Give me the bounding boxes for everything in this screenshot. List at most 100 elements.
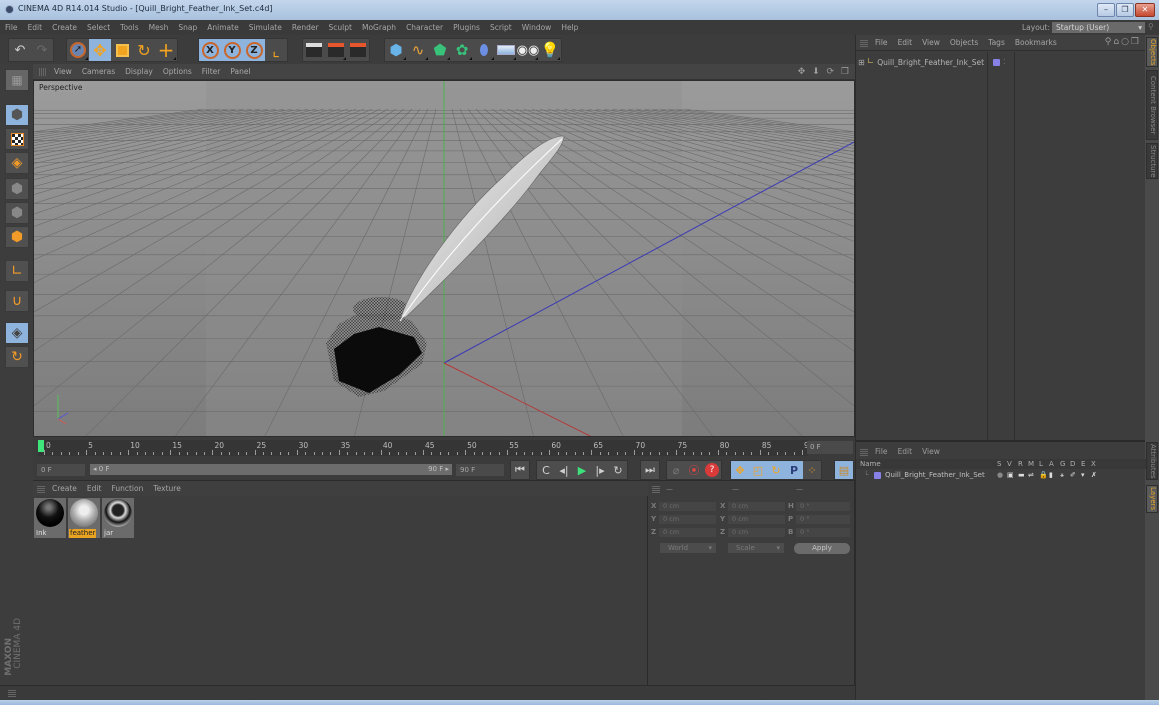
home-icon[interactable]: ⌂	[1113, 37, 1121, 47]
panel-grip[interactable]	[39, 68, 47, 76]
add-tool-button[interactable]: +	[155, 38, 177, 62]
current-frame-field[interactable]: 0 F	[807, 441, 853, 454]
tab-content-browser[interactable]: Content Browser	[1146, 70, 1158, 140]
menu-character[interactable]: Character	[401, 20, 448, 35]
render-view-button[interactable]	[303, 39, 325, 61]
materials-menu-create[interactable]: Create	[47, 481, 82, 496]
make-editable-button[interactable]: ▦	[5, 69, 29, 91]
materials-menu-edit[interactable]: Edit	[82, 481, 107, 496]
coordinate-system-button[interactable]: ⌞	[265, 39, 287, 61]
column-locked[interactable]: L	[1039, 459, 1043, 469]
menu-render[interactable]: Render	[287, 20, 324, 35]
view-toggle-icon[interactable]: ▣	[1007, 470, 1014, 480]
rotation-p-field[interactable]: 0 °	[796, 515, 850, 524]
material-ink[interactable]: Ink	[34, 498, 66, 538]
size-z-field[interactable]: 0 cm	[728, 528, 785, 537]
snap-button[interactable]: ∪	[5, 290, 29, 312]
column-view[interactable]: V	[1007, 459, 1012, 469]
apply-button[interactable]: Apply	[794, 543, 850, 554]
position-x-field[interactable]: 0 cm	[659, 502, 716, 511]
deformer-button[interactable]: ⬮	[473, 39, 495, 61]
camera-button[interactable]: ◉◉	[517, 39, 539, 61]
materials-menu-texture[interactable]: Texture	[148, 481, 185, 496]
object-name[interactable]: Quill_Bright_Feather_Ink_Set	[877, 58, 984, 67]
objects-menu-view[interactable]: View	[917, 35, 945, 51]
goto-next-key-button[interactable]: ↻	[609, 461, 627, 479]
layer-row[interactable]: └ Quill_Bright_Feather_Ink_Set ● ▣ ▬ ⇌ 🔒…	[856, 470, 1146, 480]
end-frame-field[interactable]: 90 F	[456, 464, 504, 476]
menu-edit[interactable]: Edit	[23, 20, 48, 35]
lock-toggle-icon[interactable]: 🔒	[1039, 470, 1048, 480]
model-mode-button[interactable]: ⬢	[5, 104, 29, 126]
menu-simulate[interactable]: Simulate	[244, 20, 287, 35]
search-icon[interactable]: ⚲	[1148, 22, 1158, 33]
tab-structure[interactable]: Structure	[1146, 143, 1158, 179]
point-level-key-button[interactable]: ⁘	[803, 461, 821, 479]
layers-menu-file[interactable]: File	[870, 444, 893, 459]
menu-window[interactable]: Window	[517, 20, 557, 35]
timeline[interactable]: 051015202530354045505560657075808590 0 F	[33, 437, 855, 459]
expand-icon[interactable]: ⊞	[858, 58, 865, 67]
viewport-menu-display[interactable]: Display	[120, 64, 158, 80]
visibility-dots[interactable]: ⁚	[1003, 58, 1005, 66]
menu-plugins[interactable]: Plugins	[448, 20, 485, 35]
panel-grip[interactable]	[652, 485, 660, 493]
nurbs-button[interactable]: ⬟	[429, 39, 451, 61]
menu-help[interactable]: Help	[556, 20, 583, 35]
layer-color-swatch[interactable]	[993, 58, 1001, 66]
tab-objects[interactable]: Objects	[1146, 37, 1158, 67]
array-button[interactable]: ✿	[451, 39, 473, 61]
cube-button[interactable]: ⬢	[385, 39, 407, 61]
position-z-field[interactable]: 0 cm	[659, 528, 716, 537]
keyframe-selection-button[interactable]: ?	[703, 461, 721, 479]
position-y-field[interactable]: 0 cm	[659, 515, 716, 524]
menu-select[interactable]: Select	[82, 20, 115, 35]
deformer-toggle-icon[interactable]: ✐	[1070, 470, 1076, 480]
playhead[interactable]	[38, 440, 44, 452]
column-solo[interactable]: S	[997, 459, 1001, 469]
objects-menu-bookmarks[interactable]: Bookmarks	[1010, 35, 1062, 51]
timeline-ruler[interactable]: 051015202530354045505560657075808590	[38, 440, 814, 456]
layers-menu-view[interactable]: View	[917, 444, 945, 459]
menu-file[interactable]: File	[0, 20, 23, 35]
axis-mode-button[interactable]: ∟	[5, 260, 29, 282]
menu-snap[interactable]: Snap	[173, 20, 202, 35]
x-axis-button[interactable]: X	[199, 39, 221, 61]
menu-tools[interactable]: Tools	[115, 20, 143, 35]
workplane-lock-button[interactable]: ◈	[5, 322, 29, 344]
next-frame-button[interactable]: |▸	[591, 461, 609, 479]
render-toggle-icon[interactable]: ▬	[1018, 470, 1025, 480]
layer-color-swatch[interactable]	[874, 472, 881, 479]
goto-previous-key-button[interactable]: C	[537, 461, 555, 479]
floor-button[interactable]	[495, 39, 517, 61]
texture-mode-button[interactable]	[5, 128, 29, 150]
size-x-field[interactable]: 0 cm	[728, 502, 785, 511]
goto-end-button[interactable]: ⏭	[641, 461, 659, 479]
close-button[interactable]: ✕	[1135, 3, 1155, 17]
menu-mesh[interactable]: Mesh	[144, 20, 174, 35]
menu-script[interactable]: Script	[485, 20, 517, 35]
undo-button[interactable]: ↶	[9, 39, 31, 61]
viewport-menu-cameras[interactable]: Cameras	[77, 64, 120, 80]
menu-animate[interactable]: Animate	[202, 20, 243, 35]
minimize-button[interactable]: –	[1097, 3, 1115, 17]
object-row[interactable]: ⊞ ∟ Quill_Bright_Feather_Ink_Set ⁚	[858, 56, 1005, 68]
spline-button[interactable]: ∿	[407, 39, 429, 61]
restore-button[interactable]: ❐	[1116, 3, 1134, 17]
viewport-navigation-icons[interactable]: ✥ ⬇ ⟳ ❐	[798, 67, 851, 77]
column-deformers[interactable]: D	[1070, 459, 1075, 469]
panel-grip[interactable]	[860, 448, 868, 456]
column-manager[interactable]: M	[1028, 459, 1034, 469]
solo-toggle-icon[interactable]: ●	[997, 470, 1003, 480]
viewport-menu-view[interactable]: View	[49, 64, 77, 80]
start-frame-field[interactable]: 0 F	[37, 464, 85, 476]
range-end-handle[interactable]: 90 F ▸	[428, 464, 449, 475]
record-active-objects-button[interactable]: ⌀	[667, 461, 685, 479]
viewport-menu-filter[interactable]: Filter	[197, 64, 226, 80]
z-axis-button[interactable]: Z	[243, 39, 265, 61]
objects-menu-file[interactable]: File	[870, 35, 893, 51]
position-key-button[interactable]: ✥	[731, 461, 749, 479]
workplane-rotate-button[interactable]: ↻	[5, 346, 29, 368]
previous-frame-button[interactable]: ◂|	[555, 461, 573, 479]
rotation-h-field[interactable]: 0 °	[796, 502, 850, 511]
